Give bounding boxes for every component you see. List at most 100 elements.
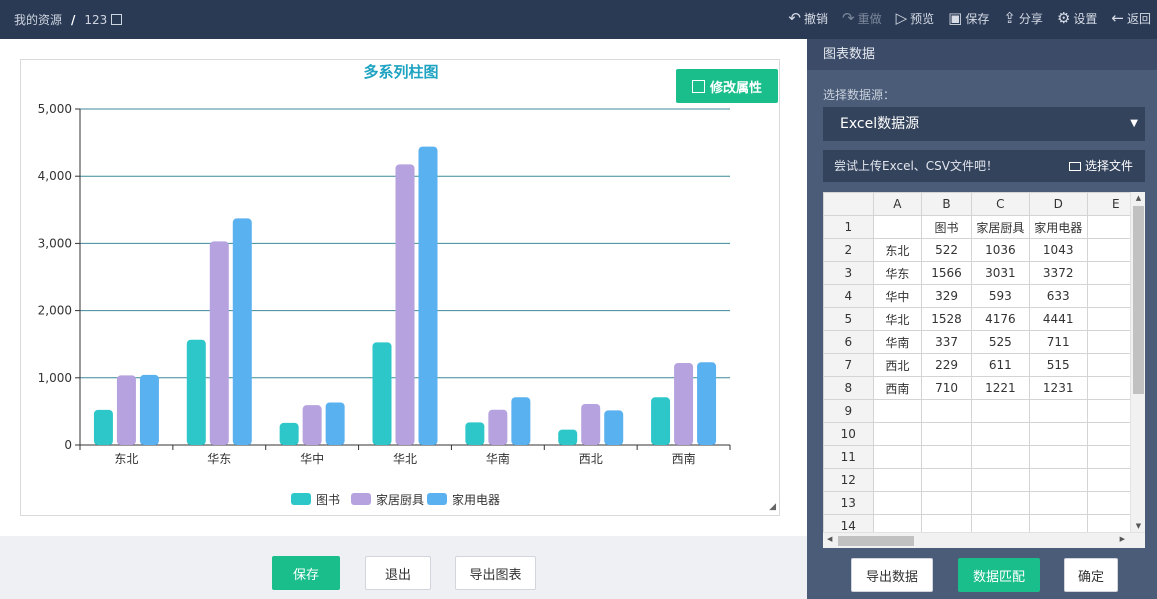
sheet-cell[interactable]: [921, 422, 972, 446]
row-header[interactable]: 4: [823, 284, 874, 308]
sheet-cell[interactable]: 711: [1028, 330, 1088, 354]
sheet-cell[interactable]: [921, 399, 972, 423]
scroll-down-icon[interactable]: ▼: [1131, 522, 1145, 530]
chart-canvas-area: 多系列柱图 修改属性 0 1,000 2,000 3,000 4,000 5,000 东北华…: [0, 39, 807, 536]
row-header[interactable]: 12: [823, 468, 874, 492]
scroll-right-icon[interactable]: ▶: [1120, 535, 1125, 543]
toolbar-action-share[interactable]: ⇪ 分享: [1003, 10, 1043, 27]
chart-container[interactable]: 多系列柱图 修改属性 0 1,000 2,000 3,000 4,000 5,000 东北华…: [20, 59, 780, 516]
exit-button[interactable]: 退出: [365, 556, 431, 590]
sheet-cell[interactable]: [872, 422, 923, 446]
sheet-cell[interactable]: 1043: [1028, 238, 1088, 262]
horizontal-scroll-thumb[interactable]: [838, 536, 914, 546]
save-button[interactable]: 保存: [272, 556, 340, 590]
sheet-cell[interactable]: 633: [1028, 284, 1088, 308]
sheet-cell[interactable]: 图书: [921, 215, 972, 239]
sheet-cell[interactable]: [1028, 468, 1088, 492]
datasource-label: 选择数据源：: [823, 88, 896, 102]
breadcrumb-root[interactable]: 我的资源: [14, 11, 62, 28]
row-header[interactable]: 13: [823, 491, 874, 515]
sheet-cell[interactable]: 华南: [872, 330, 923, 354]
sheet-cell[interactable]: [872, 215, 923, 239]
sheet-cell[interactable]: 4441: [1028, 307, 1088, 331]
row-header[interactable]: 5: [823, 307, 874, 331]
sheet-cell[interactable]: [1028, 399, 1088, 423]
sheet-cell[interactable]: 337: [921, 330, 972, 354]
sheet-cell[interactable]: 华中: [872, 284, 923, 308]
sheet-cell[interactable]: 东北: [872, 238, 923, 262]
sheet-cell[interactable]: 西南: [872, 376, 923, 400]
column-header[interactable]: B: [921, 192, 972, 216]
sheet-cell[interactable]: 329: [921, 284, 972, 308]
horizontal-scrollbar[interactable]: ◀ ▶: [823, 532, 1145, 548]
edit-name-icon[interactable]: [111, 14, 123, 25]
toolbar-action-play[interactable]: ▷ 预览: [896, 10, 935, 27]
confirm-button[interactable]: 确定: [1064, 558, 1118, 592]
sheet-cell[interactable]: 4176: [970, 307, 1030, 331]
row-header[interactable]: 8: [823, 376, 874, 400]
toolbar-action-back-arrow[interactable]: ← 返回: [1111, 10, 1151, 27]
sheet-cell[interactable]: [970, 445, 1030, 469]
sheet-cell[interactable]: 593: [970, 284, 1030, 308]
sheet-cell[interactable]: 1036: [970, 238, 1030, 262]
sheet-cell[interactable]: 西北: [872, 353, 923, 377]
sheet-cell[interactable]: [970, 399, 1030, 423]
row-header[interactable]: 9: [823, 399, 874, 423]
sheet-cell[interactable]: [970, 491, 1030, 515]
sheet-cell[interactable]: 3031: [970, 261, 1030, 285]
sheet-cell[interactable]: 1221: [970, 376, 1030, 400]
sheet-cell[interactable]: [1028, 491, 1088, 515]
sheet-cell[interactable]: [1028, 422, 1088, 446]
sheet-cell[interactable]: 525: [970, 330, 1030, 354]
column-header[interactable]: A: [872, 192, 923, 216]
sheet-cell[interactable]: [921, 491, 972, 515]
spreadsheet-grid[interactable]: A B C D E 1 图书 家居厨具 家用电器 2 东北 522 1036 1043 3 华东 1566 303…: [823, 192, 1145, 538]
datasource-select[interactable]: Excel数据源 ▼: [823, 107, 1145, 141]
sheet-cell[interactable]: 华北: [872, 307, 923, 331]
sheet-cell[interactable]: 华东: [872, 261, 923, 285]
sheet-cell[interactable]: [872, 468, 923, 492]
sheet-cell[interactable]: 家居厨具: [970, 215, 1030, 239]
sheet-cell[interactable]: [872, 445, 923, 469]
row-header[interactable]: 6: [823, 330, 874, 354]
scroll-left-icon[interactable]: ◀: [827, 535, 832, 543]
sheet-cell[interactable]: 1566: [921, 261, 972, 285]
sheet-cell[interactable]: 229: [921, 353, 972, 377]
sheet-cell[interactable]: [970, 468, 1030, 492]
sheet-cell[interactable]: 1528: [921, 307, 972, 331]
vertical-scrollbar[interactable]: ▲ ▼: [1130, 192, 1145, 532]
sheet-cell[interactable]: [872, 399, 923, 423]
sheet-cell[interactable]: [921, 445, 972, 469]
row-header[interactable]: 1: [823, 215, 874, 239]
vertical-scroll-thumb[interactable]: [1133, 206, 1144, 394]
sheet-cell[interactable]: [872, 491, 923, 515]
row-header[interactable]: 10: [823, 422, 874, 446]
column-header[interactable]: D: [1028, 192, 1088, 216]
row-header[interactable]: 2: [823, 238, 874, 262]
sheet-cell[interactable]: [1028, 445, 1088, 469]
sheet-cell[interactable]: 522: [921, 238, 972, 262]
sheet-cell[interactable]: 家用电器: [1028, 215, 1088, 239]
sheet-cell[interactable]: [970, 422, 1030, 446]
toolbar-action-gear[interactable]: ⚙ 设置: [1057, 10, 1097, 27]
resize-handle-icon[interactable]: ◢: [769, 502, 776, 512]
sheet-corner[interactable]: [823, 192, 874, 216]
row-header[interactable]: 7: [823, 353, 874, 377]
choose-file-button[interactable]: 选择文件: [1068, 150, 1133, 182]
toolbar-action-save[interactable]: ▣ 保存: [948, 10, 989, 27]
toolbar-action-undo[interactable]: ↶ 撤销: [788, 10, 828, 27]
data-match-button[interactable]: 数据匹配: [958, 558, 1040, 592]
row-header[interactable]: 11: [823, 445, 874, 469]
scroll-up-icon[interactable]: ▲: [1131, 194, 1145, 202]
spreadsheet[interactable]: A B C D E 1 图书 家居厨具 家用电器 2 东北 522 1036 1043 3 华东 1566 303…: [823, 192, 1145, 548]
export-chart-button[interactable]: 导出图表: [455, 556, 536, 590]
sheet-cell[interactable]: 515: [1028, 353, 1088, 377]
row-header[interactable]: 3: [823, 261, 874, 285]
sheet-cell[interactable]: 611: [970, 353, 1030, 377]
column-header[interactable]: C: [970, 192, 1030, 216]
sheet-cell[interactable]: 3372: [1028, 261, 1088, 285]
export-data-button[interactable]: 导出数据: [851, 558, 933, 592]
sheet-cell[interactable]: 1231: [1028, 376, 1088, 400]
sheet-cell[interactable]: [921, 468, 972, 492]
sheet-cell[interactable]: 710: [921, 376, 972, 400]
